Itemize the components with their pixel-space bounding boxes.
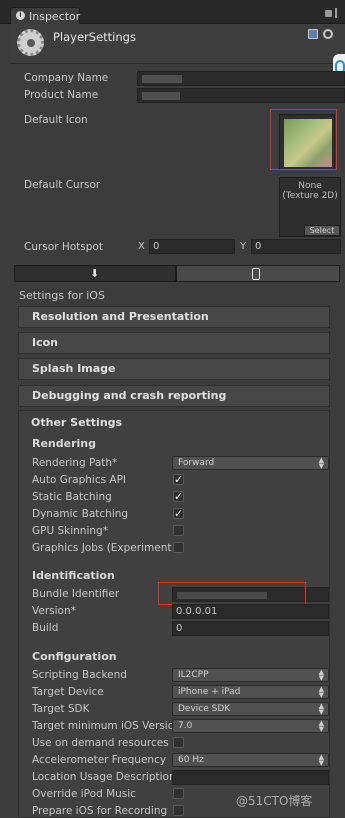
tab-inspector[interactable]: i Inspector (10, 7, 80, 24)
redacted-value (142, 92, 180, 100)
on-demand-checkbox[interactable] (173, 737, 184, 748)
version-label: Version* (32, 605, 76, 617)
build-label: Build (32, 622, 59, 634)
section-debugging-label: Debugging and crash reporting (32, 389, 227, 402)
info-icon: i (16, 11, 25, 20)
scripting-backend-dropdown[interactable]: IL2CPP ▲ ▼ (172, 668, 329, 682)
product-name-label: Product Name (24, 89, 99, 101)
accelerometer-value: 60 Hz (178, 755, 204, 765)
gpu-skinning-checkbox[interactable] (173, 525, 184, 536)
highlight-box-icon (270, 109, 337, 170)
download-icon: ⬇ (90, 267, 100, 280)
location-usage-label: Location Usage Description (32, 771, 174, 783)
menu-icon[interactable] (335, 8, 341, 18)
section-resolution-label: Resolution and Presentation (32, 310, 209, 323)
target-sdk-label: Target SDK (32, 703, 90, 715)
cursor-hotspot-label: Cursor Hotspot (24, 241, 103, 253)
target-min-ios-value: 7.0 (178, 721, 193, 731)
rendering-path-value: Forward (178, 458, 215, 468)
bundle-identifier-label: Bundle Identifier (32, 588, 120, 600)
build-field[interactable]: 0 (172, 621, 329, 636)
updown-icon: ▲ ▼ (318, 753, 324, 767)
build-value: 0 (176, 623, 183, 634)
accelerometer-label: Accelerometer Frequency (32, 754, 167, 766)
default-cursor-label: Default Cursor (24, 179, 101, 191)
product-name-field[interactable] (137, 88, 345, 103)
rendering-path-label: Rendering Path* (32, 457, 118, 469)
hotspot-y-label: Y (240, 241, 247, 252)
settings-for-label: Settings for iOS (19, 289, 105, 302)
updown-icon: ▲ ▼ (318, 456, 324, 470)
company-name-label: Company Name (24, 72, 109, 84)
settings-gear-icon[interactable] (323, 29, 333, 39)
hotspot-x-label: X (138, 241, 145, 252)
updown-icon: ▲ ▼ (318, 668, 324, 682)
updown-icon: ▲ ▼ (318, 702, 324, 716)
gear-icon (17, 29, 44, 56)
dynamic-batching-label: Dynamic Batching (32, 508, 129, 520)
platform-tab-ios[interactable] (176, 265, 340, 282)
prepare-ios-label: Prepare iOS for Recording (32, 805, 168, 817)
help-icon[interactable] (308, 29, 318, 39)
rendering-path-dropdown[interactable]: Forward ▲ ▼ (172, 456, 329, 470)
rendering-heading: Rendering (32, 437, 96, 450)
location-usage-field[interactable] (172, 770, 329, 785)
target-device-value: iPhone + iPad (178, 687, 241, 697)
configuration-heading: Configuration (32, 650, 117, 663)
graphics-jobs-checkbox[interactable] (173, 542, 184, 553)
platform-tab-standalone[interactable]: ⬇ (14, 265, 176, 282)
cursor-select-button[interactable]: Select (304, 225, 340, 236)
version-value: 0.0.0.01 (176, 606, 218, 617)
target-device-label: Target Device (32, 686, 104, 698)
scripting-backend-value: IL2CPP (178, 670, 209, 680)
section-resolution[interactable]: Resolution and Presentation (18, 306, 330, 328)
override-ipod-checkbox[interactable] (173, 788, 184, 799)
hotspot-y-value: 0 (255, 241, 262, 252)
default-icon-label: Default Icon (24, 114, 88, 126)
static-batching-label: Static Batching (32, 491, 112, 503)
static-batching-checkbox[interactable]: ✓ (173, 491, 184, 502)
hotspot-x-value: 0 (153, 241, 160, 252)
target-min-ios-label: Target minimum iOS Versio (32, 720, 172, 732)
section-splash-label: Splash Image (32, 362, 116, 375)
watermark: @51CTO博客 (236, 794, 313, 808)
cursor-none-text: None (298, 181, 322, 191)
lock-icon[interactable] (325, 10, 332, 17)
prepare-ios-checkbox[interactable] (173, 805, 184, 816)
section-icon-label: Icon (32, 336, 59, 349)
section-icon[interactable]: Icon (18, 332, 330, 354)
on-demand-label: Use on demand resources (32, 737, 169, 749)
override-ipod-label: Override iPod Music (32, 788, 136, 800)
identification-heading: Identification (32, 569, 115, 582)
phone-icon (252, 268, 260, 280)
select-label: Select (309, 226, 335, 235)
company-name-field[interactable] (137, 71, 345, 86)
cursor-type-text: (Texture 2D) (282, 191, 338, 201)
highlight-box-bundle (158, 582, 306, 605)
hotspot-y-field[interactable]: 0 (251, 239, 341, 254)
auto-graphics-label: Auto Graphics API (32, 474, 127, 486)
target-sdk-dropdown[interactable]: Device SDK ▲ ▼ (172, 702, 329, 716)
section-other-label[interactable]: Other Settings (31, 416, 122, 429)
redacted-value (142, 75, 182, 83)
section-splash[interactable]: Splash Image (18, 358, 330, 380)
accelerometer-dropdown[interactable]: 60 Hz ▲ ▼ (172, 753, 329, 767)
tab-title: Inspector (29, 10, 81, 23)
updown-icon: ▲ ▼ (318, 685, 324, 699)
hotspot-x-field[interactable]: 0 (149, 239, 235, 254)
graphics-jobs-label: Graphics Jobs (Experimenta (32, 542, 172, 554)
section-debugging[interactable]: Debugging and crash reporting (18, 385, 330, 407)
updown-icon: ▲ ▼ (318, 719, 324, 733)
scripting-backend-label: Scripting Backend (32, 669, 127, 681)
target-min-ios-dropdown[interactable]: 7.0 ▲ ▼ (172, 719, 329, 733)
target-sdk-value: Device SDK (178, 704, 231, 714)
gpu-skinning-label: GPU Skinning* (32, 525, 108, 537)
dynamic-batching-checkbox[interactable]: ✓ (173, 508, 184, 519)
auto-graphics-checkbox[interactable]: ✓ (173, 474, 184, 485)
target-device-dropdown[interactable]: iPhone + iPad ▲ ▼ (172, 685, 329, 699)
page-title: PlayerSettings (53, 30, 136, 44)
default-cursor-slot[interactable]: None (Texture 2D) Select (279, 177, 341, 237)
version-field[interactable]: 0.0.0.01 (172, 604, 329, 619)
